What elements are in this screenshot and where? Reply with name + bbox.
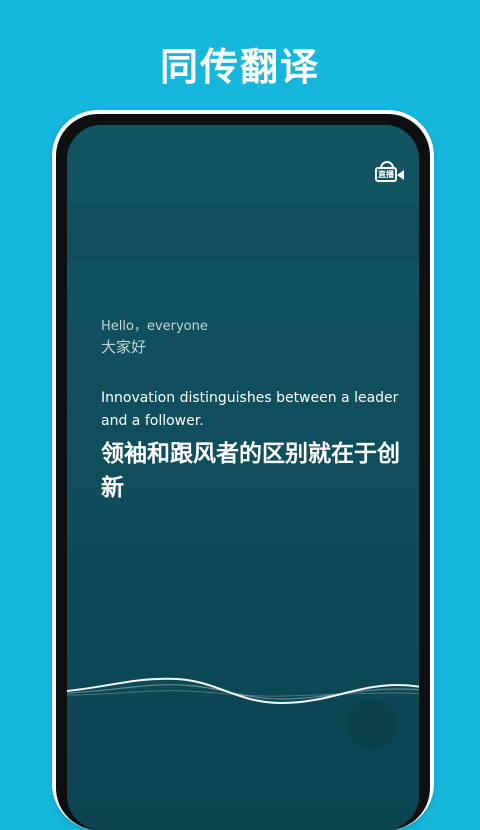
current-translation-text: 领袖和跟风者的区别就在于创新: [101, 441, 400, 501]
live-stream-camera-icon: 直播: [375, 167, 397, 182]
phone-frame: 直播 Hello，everyone 大家好 Innovation disting…: [52, 110, 434, 830]
translation-screen: 直播 Hello，everyone 大家好 Innovation disting…: [67, 125, 419, 830]
headline: 同传翻译: [159, 45, 320, 89]
camera-lens-icon: [397, 170, 404, 180]
audio-waveform: [67, 677, 419, 705]
ghost-tab-band: [67, 205, 419, 261]
current-source-text: Innovation distinguishes between a leade…: [101, 390, 399, 429]
previous-translation-text: 大家好: [101, 338, 147, 356]
live-stream-button[interactable]: 直播: [375, 161, 405, 187]
previous-source-text: Hello，everyone: [101, 319, 208, 334]
phone-bezel: 直播 Hello，everyone 大家好 Innovation disting…: [56, 114, 430, 830]
